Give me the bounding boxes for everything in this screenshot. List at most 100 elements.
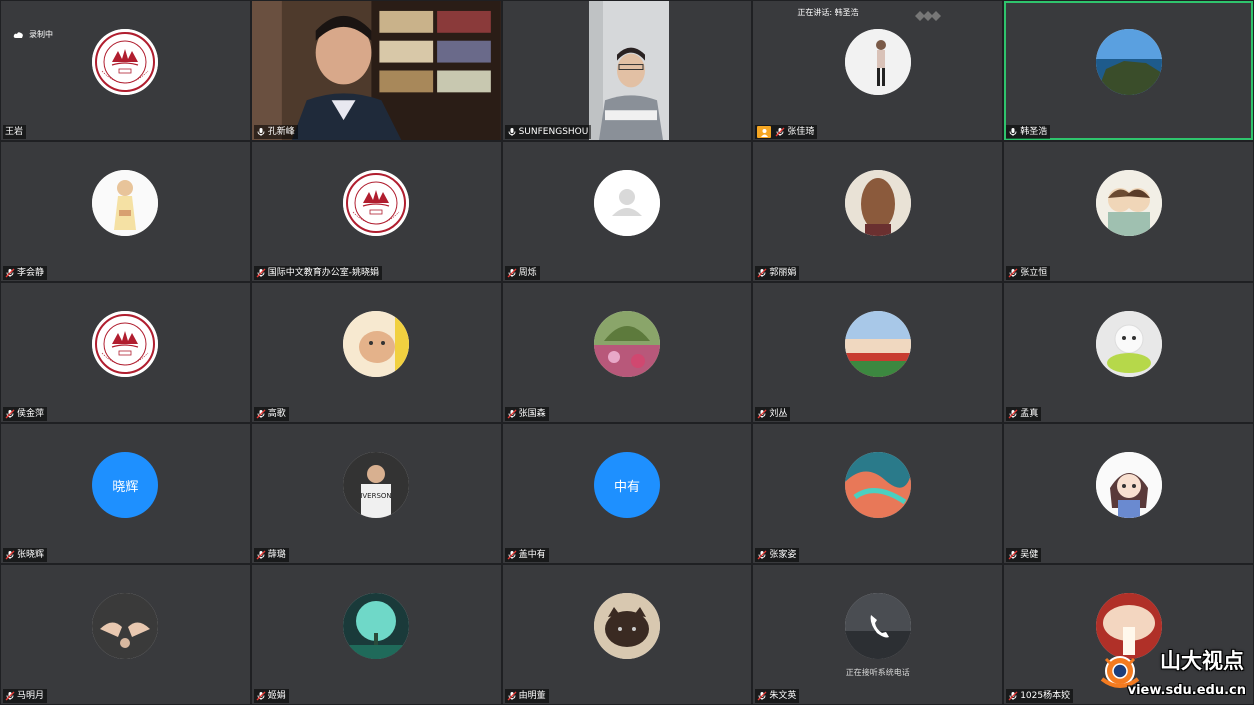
participant-name: 侯金萍 — [17, 409, 45, 419]
participant-name: 孔新峰 — [267, 127, 295, 137]
participant-name: 郭丽娟 — [769, 268, 797, 278]
participant-namebar: 韩圣浩 — [1006, 125, 1051, 139]
avatar — [343, 170, 410, 237]
avatar — [1095, 170, 1162, 237]
avatar — [92, 29, 159, 96]
participant-tile[interactable]: 郭丽娟 — [753, 142, 1003, 281]
participant-tile[interactable]: 侯金萍 — [1, 283, 250, 422]
mic-muted-icon — [757, 268, 767, 278]
participant-tile[interactable]: 高歌 — [251, 283, 501, 422]
participant-video — [588, 1, 669, 140]
participant-tile[interactable]: 正在讲话: 韩圣浩张佳琦 — [753, 1, 1003, 140]
cloud-icon — [13, 31, 23, 38]
host-icon — [757, 126, 772, 138]
participant-tile[interactable]: 李会静 — [1, 142, 250, 281]
participant-name: 张国森 — [518, 409, 546, 419]
svg-text:IVERSON: IVERSON — [361, 492, 392, 500]
participant-namebar: 刘丛 — [755, 407, 791, 421]
participant-name: 刘丛 — [769, 409, 788, 419]
participant-name: 张立恒 — [1020, 268, 1048, 278]
participant-tile[interactable]: 国际中文教育办公室-姚晓娟 — [251, 142, 501, 281]
participant-tile[interactable]: SUNFENGSHOU — [502, 1, 752, 140]
participant-namebar: 周烁 — [504, 266, 540, 280]
avatar — [844, 452, 911, 519]
participant-namebar: 张国森 — [504, 407, 549, 421]
speaking-indicator: 正在讲话: 韩圣浩 — [797, 8, 859, 17]
participant-namebar: 盖中有 — [504, 548, 549, 562]
mic-muted-icon — [1008, 550, 1018, 560]
participant-namebar: 薛璐 — [253, 548, 289, 562]
avatar — [92, 311, 159, 378]
participant-tile[interactable]: 姬娟 — [251, 565, 501, 704]
participant-tile[interactable]: 张家姿 — [753, 424, 1003, 563]
mic-muted-icon — [757, 691, 767, 701]
avatar — [593, 593, 660, 660]
participant-namebar: 姬娟 — [253, 689, 289, 703]
participant-grid: 录制中 王岩 孔新峰 SUNFENGSHOU 正在讲话: 韩圣浩 张佳琦 韩圣浩 李会静 国际中… — [0, 0, 1254, 705]
avatar — [844, 170, 911, 237]
participant-namebar: 李会静 — [3, 266, 48, 280]
participant-tile[interactable]: 孟真 — [1004, 283, 1253, 422]
mic-muted-icon — [757, 550, 767, 560]
participant-namebar: 张晓辉 — [3, 548, 48, 562]
avatar — [844, 29, 911, 96]
participant-tile[interactable]: 周烁 — [502, 142, 752, 281]
recording-indicator: 录制中 — [13, 29, 53, 40]
mic-icon — [507, 127, 517, 137]
avatar — [343, 593, 410, 660]
mic-muted-icon — [757, 409, 767, 419]
participant-tile[interactable]: 张国森 — [502, 283, 752, 422]
phone-icon — [844, 593, 911, 660]
participant-name: 张家姿 — [769, 550, 797, 560]
participant-tile[interactable]: 晓辉张晓辉 — [1, 424, 250, 563]
participant-tile[interactable]: 吴健 — [1004, 424, 1253, 563]
expand-icon[interactable] — [913, 7, 943, 21]
participant-tile[interactable]: 张立恒 — [1004, 142, 1253, 281]
mic-muted-icon — [507, 268, 517, 278]
participant-tile[interactable]: 正在接听系统电话朱文英 — [753, 565, 1003, 704]
participant-name: 周烁 — [518, 268, 537, 278]
mic-muted-icon — [5, 691, 15, 701]
avatar — [343, 311, 410, 378]
mic-muted-icon — [256, 691, 266, 701]
participant-name: 韩圣浩 — [1020, 127, 1048, 137]
participant-namebar: 国际中文教育办公室-姚晓娟 — [253, 266, 383, 280]
participant-namebar: 1025杨本姣 — [1006, 689, 1074, 703]
participant-tile[interactable]: 中有 盖中有 — [502, 424, 752, 563]
participant-tile[interactable]: 孔新峰 — [251, 1, 501, 140]
participant-name: 吴健 — [1020, 550, 1039, 560]
participant-namebar: 张立恒 — [1006, 266, 1051, 280]
participant-name: 薛璐 — [267, 550, 286, 560]
participant-namebar: 王岩 — [3, 125, 27, 139]
call-status: 正在接听系统电话 — [845, 668, 910, 677]
avatar — [844, 311, 911, 378]
default-user-icon — [593, 170, 660, 237]
mic-muted-icon — [256, 550, 266, 560]
participant-tile[interactable]: 马明月 — [1, 565, 250, 704]
mic-muted-icon — [507, 691, 517, 701]
participant-video — [251, 1, 501, 140]
mic-muted-icon — [775, 127, 785, 137]
participant-name: 张佳琦 — [787, 127, 815, 137]
participant-name: 姬娟 — [267, 691, 286, 701]
recording-label: 录制中 — [29, 30, 53, 39]
participant-namebar: 朱文英 — [755, 689, 800, 703]
mic-icon — [1008, 127, 1018, 137]
participant-namebar: 张家姿 — [755, 548, 800, 562]
participant-name: 1025杨本姣 — [1020, 691, 1071, 701]
participant-namebar: 侯金萍 — [3, 407, 48, 421]
avatar-initials: 晓辉 — [92, 452, 159, 519]
participant-name: 高歌 — [267, 409, 286, 419]
mic-muted-icon — [507, 409, 517, 419]
participant-namebar: 郭丽娟 — [755, 266, 800, 280]
participant-tile[interactable]: 由明董 — [502, 565, 752, 704]
participant-tile[interactable]: 韩圣浩 — [1004, 1, 1253, 140]
participant-namebar: 吴健 — [1006, 548, 1042, 562]
participant-tile[interactable]: 录制中王岩 — [1, 1, 250, 140]
participant-name: 国际中文教育办公室-姚晓娟 — [267, 268, 380, 278]
avatar — [92, 593, 159, 660]
mic-muted-icon — [1008, 268, 1018, 278]
participant-tile[interactable]: 刘丛 — [753, 283, 1003, 422]
avatar — [1095, 29, 1162, 96]
participant-tile[interactable]: IVERSON 薛璐 — [251, 424, 501, 563]
